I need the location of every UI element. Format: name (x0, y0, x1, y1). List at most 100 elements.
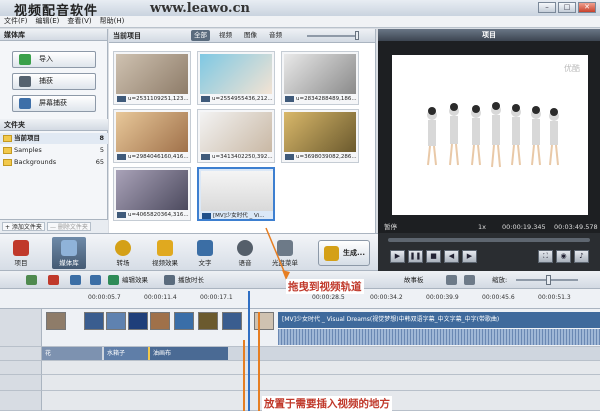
maximize-button[interactable]: □ (558, 2, 576, 13)
project-label: 项目 (14, 259, 28, 267)
inserted-video-clip[interactable]: [MV]少女时代 _ Visual Dreams(视觉梦想)中韩双语字幕_中文字… (278, 312, 600, 328)
duration-icon (164, 275, 175, 285)
preview-panel: 项目 优酷 暂停 1x 00:00:19.345 00:03:49.578 (378, 29, 600, 233)
video-clip[interactable] (128, 312, 148, 330)
media-item[interactable]: u=3413402250,392... (197, 109, 275, 163)
play-state: 暂停 (384, 223, 397, 231)
pause-button[interactable]: ❚❚ (408, 250, 423, 263)
tab-audio[interactable]: 音频 (266, 30, 285, 41)
undo-icon[interactable] (70, 275, 81, 285)
video-frame (392, 55, 588, 215)
place-annotation: 放置于需要插入视频的地方 (262, 396, 392, 411)
folder-samples[interactable]: Samples 5 (0, 145, 108, 156)
tab-video[interactable]: 视频 (216, 30, 235, 41)
menu-edit[interactable]: 编辑(E) (36, 16, 60, 27)
edit-effects-button[interactable]: 编辑效果 (122, 274, 148, 286)
folder-label: Backgrounds (14, 158, 57, 166)
folder-backgrounds[interactable]: Backgrounds 65 (0, 157, 108, 168)
video-track[interactable]: [MV]少女时代 _ Visual Dreams(视觉梦想)中韩双语字幕_中文字… (42, 309, 600, 347)
capture-button[interactable]: 捕获 (12, 73, 96, 90)
video-clip[interactable] (198, 312, 218, 330)
video-clip[interactable] (84, 312, 104, 330)
overlay-clip[interactable]: 水箱子 (104, 347, 148, 360)
video-clip[interactable] (46, 312, 66, 330)
overlay-clip[interactable]: 花 (42, 347, 102, 360)
project-button[interactable]: 项目 (4, 237, 38, 269)
media-item[interactable]: u=3698039082,286... (281, 109, 359, 163)
audio-mixer-icon[interactable] (446, 275, 457, 285)
screen-capture-button[interactable]: 屏幕捕获 (12, 95, 96, 112)
delete-icon[interactable] (48, 275, 59, 285)
add-folder-button[interactable]: + 添加文件夹 (2, 222, 45, 231)
play-duration-button[interactable]: 播放时长 (178, 274, 204, 286)
main-toolbar: 项目 媒体库 转场 视频效果 文字 语音 光盘菜单 生成... (0, 233, 378, 271)
redo-icon[interactable] (90, 275, 101, 285)
snapshot-button[interactable]: ◉ (556, 250, 571, 263)
caption-text: u=2554955436,212... (212, 96, 273, 102)
split-icon[interactable] (26, 275, 37, 285)
media-caption: u=3413402250,392... (200, 152, 274, 162)
media-library-button[interactable]: 媒体库 (52, 237, 86, 269)
previous-frame-button[interactable]: ◀ (444, 250, 459, 263)
app-url: www.leawo.cn (150, 1, 250, 16)
video-scene (392, 55, 588, 215)
menu-help[interactable]: 帮助(H) (100, 16, 125, 27)
video-clip[interactable] (254, 312, 274, 330)
library-title: 媒体库 (0, 29, 107, 41)
fullscreen-button[interactable]: ⛶ (538, 250, 553, 263)
window-controls: – □ ✕ (538, 2, 596, 13)
voice-button[interactable]: 语音 (228, 237, 262, 269)
video-clip[interactable] (222, 312, 242, 330)
video-effects-icon (157, 240, 173, 256)
media-item[interactable]: u=4065820364,316... (113, 167, 191, 221)
playhead[interactable] (248, 291, 250, 411)
video-clip[interactable] (106, 312, 126, 330)
folders-title: 文件夹 (0, 119, 108, 131)
seek-bar[interactable] (388, 238, 590, 242)
media-caption: u=2984046160,416... (116, 152, 190, 162)
video-clip[interactable] (150, 312, 170, 330)
media-caption: u=3698039082,286... (284, 152, 358, 162)
stop-button[interactable]: ■ (426, 250, 441, 263)
tab-all[interactable]: 全部 (191, 30, 210, 41)
total-time: 00:03:49.578 (554, 223, 598, 231)
folder-label: 当前项目 (14, 134, 40, 142)
voice-track[interactable] (42, 375, 600, 391)
import-button[interactable]: 导入 (12, 51, 96, 68)
transitions-button[interactable]: 转场 (106, 237, 140, 269)
media-item-selected[interactable]: [MV]少女时代 _ Vi... (197, 167, 275, 221)
media-caption: [MV]少女时代 _ Vi... (201, 211, 275, 221)
capture-icon (19, 76, 31, 87)
minimize-button[interactable]: – (538, 2, 556, 13)
menu-file[interactable]: 文件(F) (4, 16, 28, 27)
overlay-track[interactable]: 花 水箱子 油画布 (42, 347, 600, 361)
media-item[interactable]: u=2531109251,123... (113, 51, 191, 105)
text-button[interactable]: 文字 (188, 237, 222, 269)
volume-button[interactable]: ♪ (574, 250, 589, 263)
video-effects-button[interactable]: 视频效果 (148, 237, 182, 269)
text-track[interactable] (42, 361, 600, 375)
folder-count: 8 (99, 134, 104, 142)
menu-view[interactable]: 查看(V) (67, 16, 91, 27)
tab-image[interactable]: 图像 (241, 30, 260, 41)
delete-folder-button[interactable]: — 删除文件夹 (46, 222, 91, 231)
folder-current-project[interactable]: 当前项目 8 (0, 133, 108, 144)
media-item[interactable]: u=2834288489,186... (281, 51, 359, 105)
drag-annotation: 拖曳到视频轨道 (286, 279, 364, 294)
track-settings-icon[interactable] (464, 275, 475, 285)
play-button[interactable]: ▶ (390, 250, 405, 263)
media-item[interactable]: u=2554955436,212... (197, 51, 275, 105)
media-item[interactable]: u=2984046160,416... (113, 109, 191, 163)
thumbnail-image (200, 54, 272, 94)
overlay-clip[interactable]: 油画布 (148, 347, 228, 360)
caption-text: u=3413402250,392... (212, 154, 273, 160)
timeline-zoom-knob[interactable] (546, 275, 551, 285)
project-icon (13, 240, 29, 256)
slider-knob[interactable] (355, 31, 359, 40)
next-frame-button[interactable]: ▶ (462, 250, 477, 263)
video-clip[interactable] (174, 312, 194, 330)
produce-button[interactable]: 生成... (318, 240, 370, 266)
storyboard-button[interactable]: 故事板 (404, 274, 424, 286)
close-button[interactable]: ✕ (578, 2, 596, 13)
thumbnail-size-slider[interactable] (307, 35, 359, 37)
